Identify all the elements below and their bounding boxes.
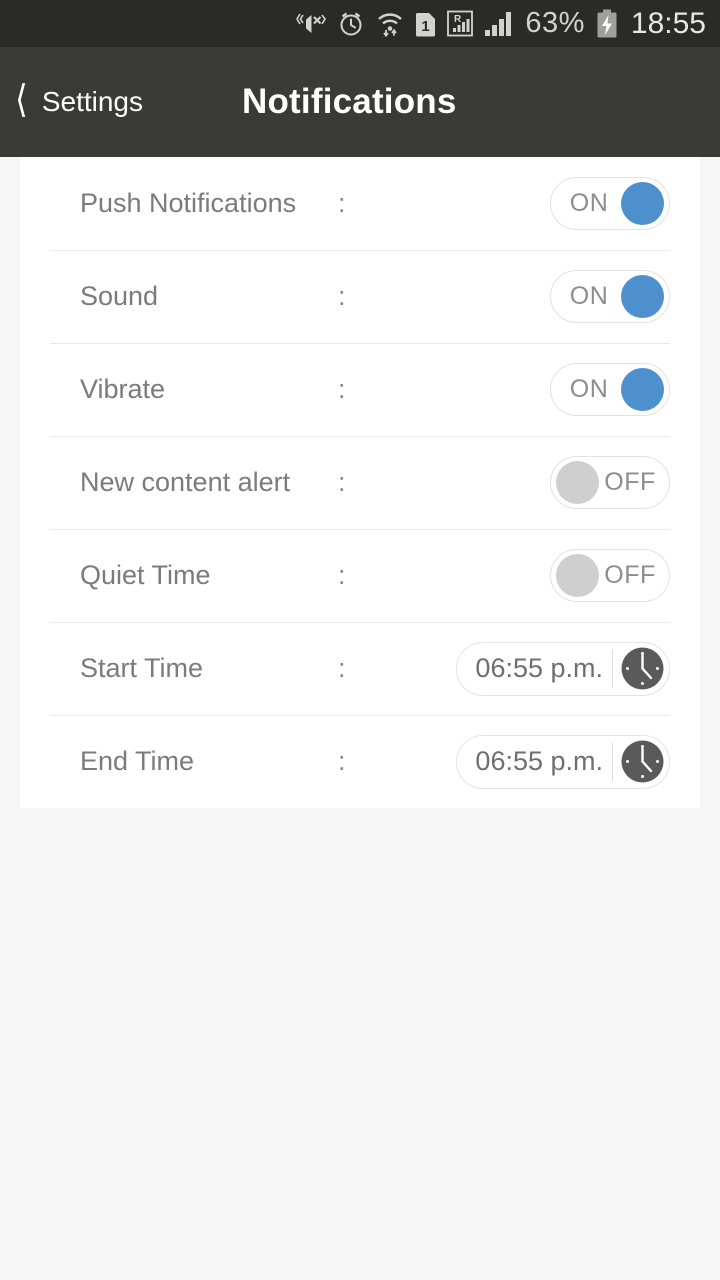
toggle-new-content-alert[interactable]: OFF (550, 456, 670, 509)
svg-text:R: R (454, 14, 462, 25)
toggle-state-label: OFF (604, 561, 656, 589)
settings-row-push-notifications[interactable]: Push Notifications : ON (50, 157, 670, 250)
row-separator: : (338, 560, 346, 590)
back-button[interactable]: ⟨ Settings (0, 47, 143, 157)
toggle-quiet-time[interactable]: OFF (550, 549, 670, 602)
settings-row-end-time[interactable]: End Time : 06:55 p.m. (50, 715, 670, 808)
end-time-value: 06:55 p.m. (475, 746, 603, 776)
row-control: 06:55 p.m. (456, 641, 670, 696)
row-label: Quiet Time (80, 560, 211, 590)
toggle-knob (621, 368, 664, 411)
row-label: Start Time (80, 653, 204, 683)
clock-icon[interactable] (620, 739, 665, 784)
row-separator: : (338, 653, 346, 683)
toggle-push-notifications[interactable]: ON (550, 177, 670, 230)
toggle-state-label: ON (569, 189, 609, 217)
row-label: Sound (80, 281, 159, 311)
clock-icon[interactable] (620, 646, 665, 691)
toggle-vibrate[interactable]: ON (550, 363, 670, 416)
row-control: ON (550, 270, 670, 323)
page-title: Notifications (242, 82, 457, 121)
settings-row-quiet-time[interactable]: Quiet Time : OFF (50, 529, 670, 622)
roaming-signal-icon: R (447, 10, 474, 37)
settings-card: Push Notifications : ON Sound : ON Vibra… (20, 157, 700, 808)
toggle-state-label: ON (569, 375, 609, 403)
start-time-value: 06:55 p.m. (475, 653, 603, 683)
start-time-field[interactable]: 06:55 p.m. (456, 641, 670, 696)
settings-row-vibrate[interactable]: Vibrate : ON (50, 343, 670, 436)
row-separator: : (338, 374, 346, 404)
sim-1-icon: 1 (415, 10, 436, 38)
row-label: End Time (80, 746, 195, 776)
app-header: ⟨ Settings Notifications (0, 47, 720, 157)
row-control: OFF (550, 549, 670, 602)
vibrate-mute-icon (296, 10, 327, 38)
row-separator: : (338, 467, 346, 497)
toggle-state-label: OFF (604, 468, 656, 496)
end-time-field[interactable]: 06:55 p.m. (456, 734, 670, 789)
settings-row-new-content-alert[interactable]: New content alert : OFF (50, 436, 670, 529)
row-control: 06:55 p.m. (456, 734, 670, 789)
toggle-knob (556, 554, 599, 597)
row-separator: : (338, 281, 346, 311)
row-label: New content alert (80, 467, 291, 497)
status-bar: 1 R 63% 18:55 (0, 0, 720, 47)
back-chevron-icon: ⟨ (15, 79, 28, 121)
status-clock-label: 18:55 (630, 6, 706, 40)
row-separator: : (338, 188, 346, 218)
row-separator: : (338, 746, 346, 776)
signal-bars-icon (484, 10, 514, 37)
toggle-knob (621, 275, 664, 318)
alarm-clock-icon (337, 10, 365, 38)
row-control: ON (550, 363, 670, 416)
svg-text:1: 1 (422, 18, 430, 35)
settings-row-sound[interactable]: Sound : ON (50, 250, 670, 343)
row-control: OFF (550, 456, 670, 509)
field-divider (612, 742, 613, 781)
battery-charging-icon (596, 9, 618, 39)
toggle-knob (556, 461, 599, 504)
settings-row-start-time[interactable]: Start Time : 06:55 p.m. (50, 622, 670, 715)
toggle-knob (621, 182, 664, 225)
field-divider (612, 649, 613, 688)
row-label: Push Notifications (80, 188, 297, 218)
battery-percent-label: 63% (525, 7, 585, 39)
toggle-sound[interactable]: ON (550, 270, 670, 323)
wifi-transfer-icon (376, 10, 404, 38)
row-label: Vibrate (80, 374, 166, 404)
toggle-state-label: ON (569, 282, 609, 310)
row-control: ON (550, 177, 670, 230)
back-label: Settings (41, 86, 143, 117)
